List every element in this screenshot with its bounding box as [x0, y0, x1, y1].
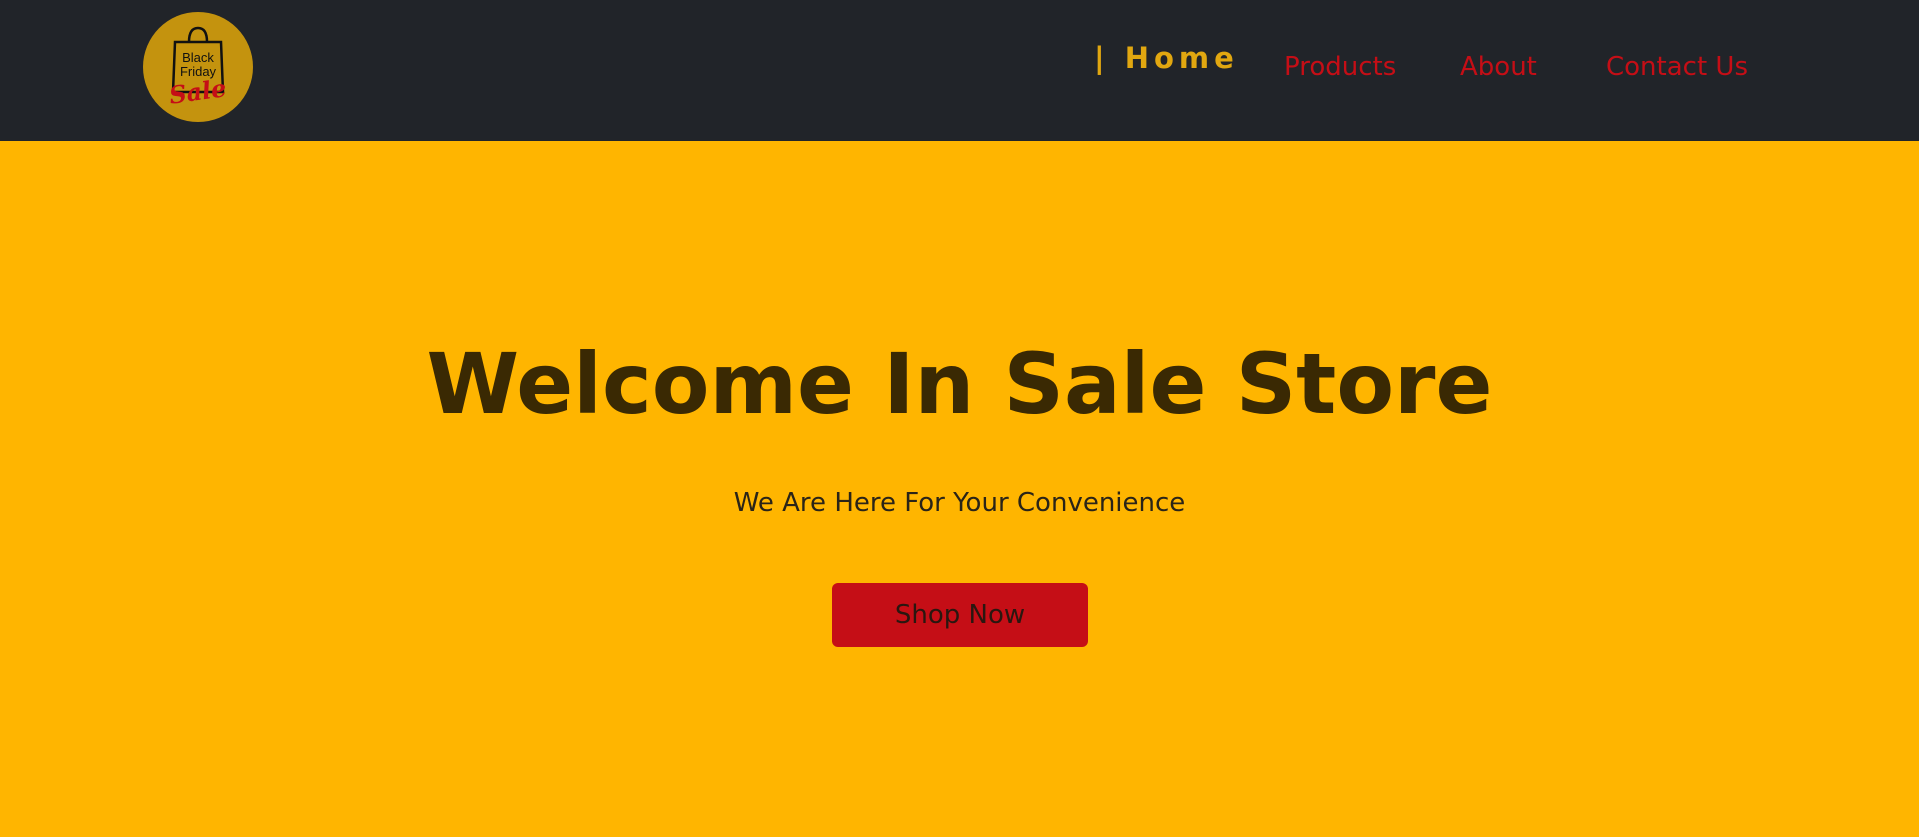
navbar: Black Friday Sale | Home Products About …	[0, 0, 1919, 141]
hero-title: Welcome In Sale Store	[426, 335, 1493, 433]
shopping-bag-icon: Black Friday Sale	[167, 26, 228, 110]
nav-contact-us[interactable]: Contact Us	[1606, 51, 1748, 83]
logo[interactable]: Black Friday Sale	[143, 12, 253, 122]
shop-now-button[interactable]: Shop Now	[832, 583, 1088, 647]
nav-home[interactable]: | Home	[1094, 41, 1239, 75]
nav-about[interactable]: About	[1460, 51, 1537, 83]
hero-subtitle: We Are Here For Your Convenience	[733, 488, 1186, 518]
nav-products[interactable]: Products	[1284, 51, 1396, 83]
logo-text-black: Black	[182, 50, 214, 65]
logo-text-sale: Sale	[167, 73, 228, 110]
